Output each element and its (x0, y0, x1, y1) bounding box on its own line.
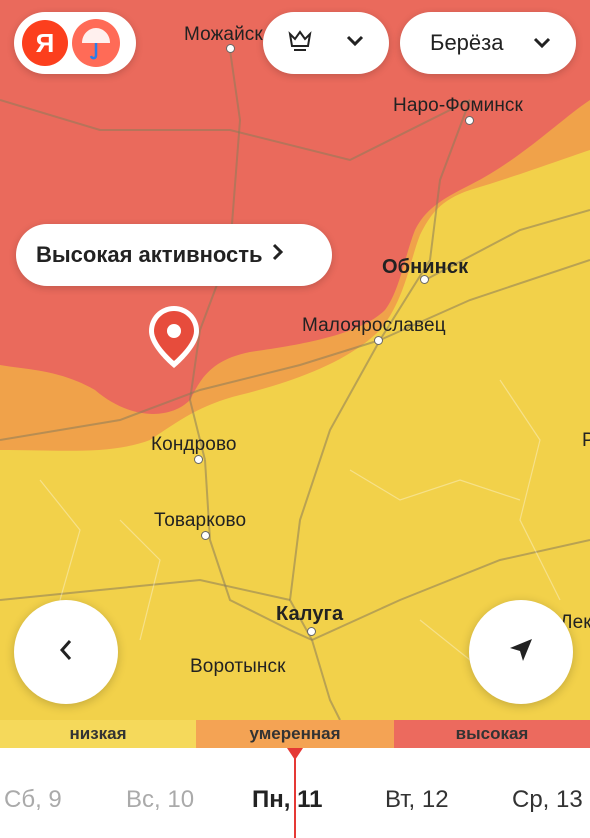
current-day-marker (294, 748, 296, 838)
navigation-arrow-icon (507, 636, 535, 669)
flower-icon (285, 26, 315, 61)
back-button[interactable] (14, 600, 118, 704)
chevron-down-icon (532, 30, 552, 56)
city-label-mozhaysk: Можайск (184, 24, 263, 45)
location-pin-icon[interactable] (146, 304, 202, 377)
city-dot (201, 531, 210, 540)
species-selector[interactable]: Берёза (400, 12, 576, 74)
city-label-obninsk: Обнинск (382, 256, 469, 278)
chevron-down-icon (345, 34, 365, 53)
city-label-vorotynsk: Воротынск (190, 656, 286, 677)
weather-umbrella-icon (72, 19, 120, 67)
day-item[interactable]: Вт, 12 (385, 786, 449, 814)
city-label-kondrovo: Кондрово (151, 434, 237, 455)
city-label-naro-fominsk: Наро-Фоминск (393, 95, 523, 116)
day-item-selected[interactable]: Пн, 11 (252, 786, 322, 814)
city-dot (374, 336, 383, 345)
app-logo-pill[interactable]: Я (14, 12, 136, 74)
chevron-right-icon (271, 242, 285, 268)
current-day-marker-head (287, 748, 303, 760)
city-label-kaluga: Калуга (276, 603, 344, 625)
yandex-logo: Я (22, 20, 68, 66)
chevron-left-icon (57, 637, 75, 668)
activity-label: Высокая активность (36, 242, 263, 267)
species-label: Берёза (430, 30, 504, 55)
day-item[interactable]: Ср, 13 (512, 786, 583, 814)
legend-low: низкая (0, 720, 196, 748)
activity-legend: низкая умеренная высокая (0, 720, 590, 748)
city-label-tovarkovo: Товарково (154, 510, 247, 531)
day-item[interactable]: Вс, 10 (126, 786, 194, 814)
city-label-maloyaroslavets: Малоярославец (302, 315, 446, 336)
plant-type-selector[interactable] (263, 12, 389, 74)
city-dot (307, 627, 316, 636)
city-label-cut: Р (582, 430, 590, 451)
activity-level-button[interactable]: Высокая активность (16, 224, 332, 286)
legend-moderate: умеренная (196, 720, 394, 748)
legend-high: высокая (394, 720, 590, 748)
day-item[interactable]: Сб, 9 (4, 786, 62, 814)
city-dot (194, 455, 203, 464)
locate-me-button[interactable] (469, 600, 573, 704)
city-dot (465, 116, 474, 125)
